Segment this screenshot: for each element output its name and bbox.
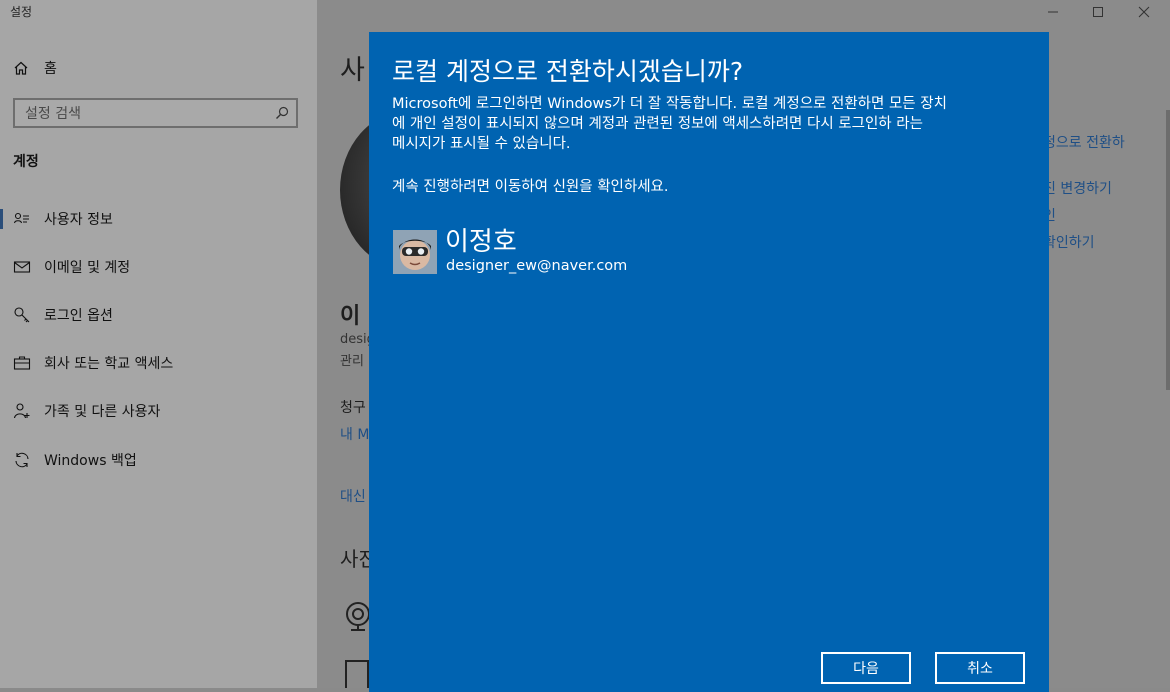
- dialog-verify-note: 계속 진행하려면 이동하여 신원을 확인하세요.: [392, 179, 669, 195]
- user-email: designer_ew@naver.com: [446, 258, 628, 274]
- sync-icon: [12, 450, 32, 470]
- maximize-button[interactable]: [1075, 0, 1121, 24]
- person-add-icon: [12, 401, 32, 421]
- sidebar-item-label: Windows 백업: [44, 453, 137, 469]
- settings-search-input[interactable]: [23, 103, 277, 125]
- account-name: 이: [340, 304, 361, 329]
- browse-file-icon[interactable]: [345, 660, 369, 688]
- sidebar-home-label: 홈: [44, 61, 57, 77]
- switch-local-link[interactable]: 대신: [340, 486, 366, 506]
- user-avatar: [393, 230, 437, 274]
- minimize-button[interactable]: [1030, 0, 1076, 24]
- settings-sidebar: 설정 홈 계정 사용자 정보 이메일 및 계정 로그인 옵션: [0, 0, 317, 688]
- related-link-2[interactable]: 진 변경하기: [1043, 178, 1112, 198]
- sidebar-item-user-info[interactable]: 사용자 정보: [0, 202, 317, 236]
- close-window-button[interactable]: [1121, 0, 1167, 24]
- scrollbar[interactable]: [1166, 110, 1170, 390]
- user-display-name: 이정호: [445, 227, 517, 257]
- sidebar-item-label: 가족 및 다른 사용자: [44, 404, 161, 420]
- sidebar-item-email-accounts[interactable]: 이메일 및 계정: [0, 250, 317, 284]
- briefcase-icon: [12, 353, 32, 373]
- close-icon: [1138, 6, 1150, 18]
- search-icon[interactable]: [274, 105, 290, 121]
- dialog-description: Microsoft에 로그인하면 Windows가 더 잘 작동합니다. 로컬 …: [392, 94, 1002, 154]
- app-title: 설정: [10, 5, 33, 19]
- dialog-title: 로컬 계정으로 전환하시겠습니까?: [392, 57, 744, 86]
- sidebar-item-work-school[interactable]: 회사 또는 학교 액세스: [0, 346, 317, 380]
- related-link-1[interactable]: 정으로 전환하: [1043, 132, 1125, 152]
- key-icon: [12, 305, 32, 325]
- sidebar-item-family-other-users[interactable]: 가족 및 다른 사용자: [0, 394, 317, 428]
- settings-search-box[interactable]: [13, 98, 298, 128]
- mail-icon: [12, 257, 32, 277]
- sidebar-item-label: 사용자 정보: [44, 212, 113, 228]
- dialog-description-line: 메시지가 표시될 수 있습니다.: [392, 136, 571, 152]
- next-button[interactable]: 다음: [821, 652, 911, 684]
- switch-local-account-dialog: 로컬 계정으로 전환하시겠습니까? Microsoft에 로그인하면 Windo…: [369, 32, 1049, 692]
- cancel-button[interactable]: 취소: [935, 652, 1025, 684]
- person-card-icon: [12, 209, 32, 229]
- manage-account-link[interactable]: 내 M: [340, 424, 369, 444]
- billing-info-label: 청구: [340, 400, 366, 416]
- dialog-description-line: 에 개인 설정이 표시되지 않으며 계정과 관련된 정보에 액세스하려면 다시 …: [392, 116, 923, 132]
- home-icon: [12, 59, 30, 77]
- sidebar-home[interactable]: 홈: [12, 56, 57, 80]
- sidebar-item-windows-backup[interactable]: Windows 백업: [0, 443, 317, 477]
- section-title: 계정: [13, 154, 39, 170]
- sidebar-item-sign-in-options[interactable]: 로그인 옵션: [0, 298, 317, 332]
- sidebar-item-label: 회사 또는 학교 액세스: [44, 356, 174, 372]
- dialog-description-line: Microsoft에 로그인하면 Windows가 더 잘 작동합니다. 로컬 …: [392, 96, 947, 112]
- account-role: 관리: [340, 354, 364, 369]
- sidebar-item-label: 이메일 및 계정: [44, 260, 131, 276]
- minimize-icon: [1048, 11, 1058, 13]
- related-link-4[interactable]: 확인하기: [1043, 232, 1095, 252]
- maximize-icon: [1093, 7, 1103, 17]
- page-heading: 사: [340, 55, 365, 86]
- sidebar-item-label: 로그인 옵션: [44, 308, 113, 324]
